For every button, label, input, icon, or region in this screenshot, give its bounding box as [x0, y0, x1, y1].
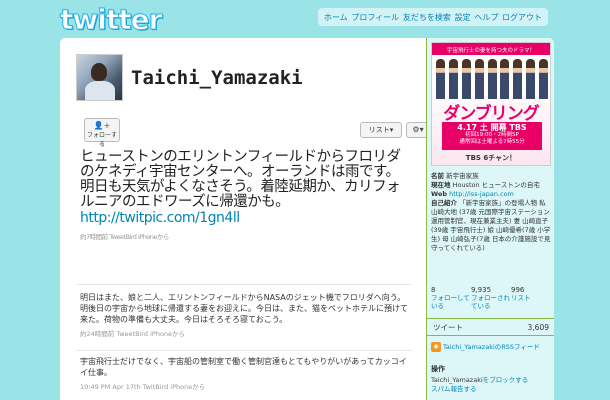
- location-label: 現在地: [431, 181, 451, 189]
- tweet-meta: 10:49 PM Apr 17th TwitBird iPhoneから: [80, 383, 206, 391]
- banner-schedule: 4.17 土 開幕 TBS 初回19:00・2時間SP 通常回は土曜よる7時55…: [442, 122, 542, 150]
- block-link[interactable]: をブロックする: [483, 376, 529, 384]
- banner-title: ダンブリング: [443, 104, 540, 124]
- featured-tweet-text: ヒューストンのエリントンフィールドからフロリダのケネディ宇宙センターへ。オーラン…: [80, 149, 401, 210]
- featured-tweet-link[interactable]: http://twitpic.com/1gn4ll: [80, 211, 412, 226]
- actions-user: Taichi_Yamazaki: [431, 376, 483, 384]
- rss-icon[interactable]: ◉: [431, 342, 441, 352]
- web-link[interactable]: http://iss-japan.com: [449, 190, 514, 198]
- report-spam-link[interactable]: スパム報告する: [431, 385, 477, 393]
- tweet-divider: [76, 350, 412, 351]
- profile-actions: 👤+ フォローする リスト▾ ⚙▾: [76, 118, 426, 148]
- actions-text: Taichi_Yamazakiをブロックする スパム報告する: [431, 376, 551, 394]
- bio-label: 自己紹介: [431, 199, 457, 207]
- screen-name: Taichi_Yamazaki: [131, 66, 303, 89]
- list-button[interactable]: リスト▾: [360, 122, 402, 138]
- list-item: 明日はまた、娘と二人、エリントンフィールドからNASAのジェット機でフロリダへ向…: [80, 292, 410, 340]
- banner-network: TBS 6チャン！: [465, 154, 517, 162]
- gear-icon[interactable]: ⚙▾: [406, 122, 426, 138]
- avatar[interactable]: [76, 54, 123, 101]
- tweet-divider: [76, 284, 412, 285]
- nav-help[interactable]: ヘルプ: [474, 12, 498, 23]
- nav-settings[interactable]: 設定: [455, 12, 471, 23]
- banner-air-date: 4.17 土 開幕 TBS: [457, 123, 527, 132]
- profile-header: Taichi_Yamazaki: [76, 54, 303, 101]
- name-value: 新宇宙家族: [446, 172, 479, 180]
- main-panel: Taichi_Yamazaki 👤+ フォローする リスト▾ ⚙▾ ヒューストン…: [60, 38, 426, 400]
- follow-stats: 8 フォローしている 9,935 フォローされている 996 リスト: [431, 286, 551, 310]
- banner-cast-image: [436, 59, 548, 99]
- profile-sidebar: 宇宙飛行士の妻を持つ夫のドラマ！ ダンブリング 4.17 土 開幕 TBS 初回…: [426, 38, 554, 400]
- tweet-count-row[interactable]: ツイート 3,609: [427, 318, 554, 336]
- nav-home[interactable]: ホーム: [324, 12, 348, 23]
- stat-following[interactable]: 8 フォローしている: [431, 286, 471, 310]
- stat-label: リスト: [511, 294, 531, 302]
- stat-lists[interactable]: 996 リスト: [511, 286, 551, 310]
- featured-tweet: ヒューストンのエリントンフィールドからフロリダのケネディ宇宙センターへ。オーラン…: [80, 150, 412, 245]
- name-label: 名前: [431, 172, 444, 180]
- web-label: Web: [431, 190, 447, 198]
- stat-label: フォローしている: [431, 294, 470, 310]
- nav-find-friends[interactable]: 友だちを検索: [403, 12, 451, 23]
- tweet-text: 宇宙飛行士だけでなく、宇宙船の管制室で働く管制官達もとてもやりがいがあってカッコ…: [80, 357, 407, 377]
- add-user-icon: 👤+: [93, 121, 111, 130]
- actions-heading: 操作: [431, 365, 445, 373]
- rss-link[interactable]: Taichi_YamazakiのRSSフィード: [443, 342, 540, 352]
- follow-label: フォローする: [86, 132, 117, 148]
- featured-tweet-meta: 約7時間前 TweetBird iPhoneから: [80, 233, 169, 241]
- location-value: Houston ヒューストンの自宅: [452, 181, 540, 189]
- nav-profile[interactable]: プロフィール: [351, 12, 399, 23]
- stat-count: 8: [431, 286, 436, 294]
- twitter-logo[interactable]: twitter: [59, 3, 162, 37]
- tweet-meta: 約24時間前 TweetBird iPhoneから: [80, 330, 186, 338]
- list-item: 宇宙飛行士だけでなく、宇宙船の管制室で働く管制官達もとてもやりがいがあってカッコ…: [80, 356, 410, 393]
- profile-info: 名前 新宇宙家族 現在地 Houston ヒューストンの自宅 Web http:…: [431, 172, 551, 253]
- nav-logout[interactable]: ログアウト: [502, 12, 542, 23]
- banner-schedule-2: 通常回は土曜よる7時55分: [459, 139, 525, 145]
- stat-count: 996: [511, 286, 525, 294]
- banner-schedule-1: 初回19:00・2時間SP: [465, 132, 519, 138]
- tweets-label: ツイート: [433, 323, 463, 332]
- tweet-text: 明日はまた、娘と二人、エリントンフィールドからNASAのジェット機でフロリダへ向…: [80, 293, 408, 324]
- top-nav: ホーム プロフィール 友だちを検索 設定 ヘルプ ログアウト: [318, 8, 548, 26]
- tweets-count: 3,609: [527, 323, 549, 332]
- stat-label: フォローされている: [471, 294, 510, 310]
- ad-banner[interactable]: 宇宙飛行士の妻を持つ夫のドラマ！ ダンブリング 4.17 土 開幕 TBS 初回…: [431, 42, 551, 166]
- banner-tagline: 宇宙飛行士の妻を持つ夫のドラマ！: [432, 48, 550, 55]
- stat-count: 9,935: [471, 286, 492, 294]
- follow-button[interactable]: 👤+ フォローする: [84, 118, 120, 148]
- stat-followers[interactable]: 9,935 フォローされている: [471, 286, 511, 310]
